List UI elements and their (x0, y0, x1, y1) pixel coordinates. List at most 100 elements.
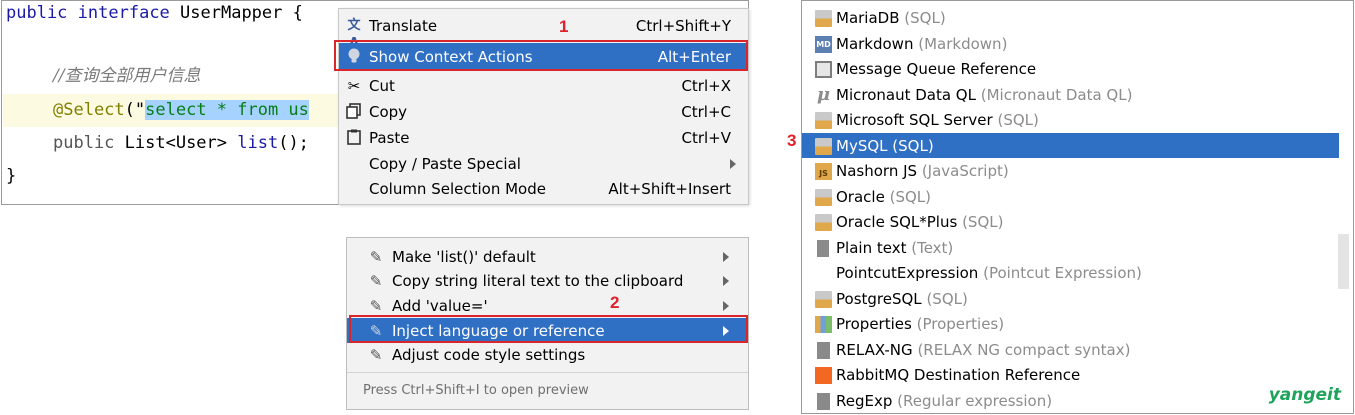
language-item-oracle-sqlplus[interactable]: Oracle SQL*Plus (SQL) (802, 209, 1339, 235)
properties-icon (815, 316, 832, 333)
language-item-text: Message Queue Reference (836, 60, 1037, 78)
keyword-interface: interface (77, 3, 170, 23)
scissors-icon: ✂ (347, 77, 361, 95)
language-item-text: PostgreSQL (SQL) (836, 289, 968, 308)
return-type: List<User> (114, 133, 238, 153)
keyword-public: public (6, 3, 68, 23)
menu-item-copy-paste-special[interactable]: Copy / Paste Special (339, 151, 748, 176)
language-item-mariadb[interactable]: MariaDB (SQL) (802, 5, 1339, 31)
menu-item-label: Make 'list()' default (392, 248, 536, 266)
menu-item-label: Copy / Paste Special (369, 155, 521, 173)
sql-icon (815, 188, 832, 206)
select-annotation: @Select (53, 100, 125, 120)
language-item-postgresql[interactable]: PostgreSQL (SQL) (802, 286, 1339, 312)
submenu-arrow-icon (723, 252, 729, 262)
submenu-arrow-icon (723, 276, 729, 286)
language-item-text: PointcutExpression (Pointcut Expression) (836, 264, 1142, 282)
editor-context-menu: 文A Translate Ctrl+Shift+Y Show Context A… (338, 8, 749, 205)
relax-ng-icon (817, 341, 830, 359)
language-item-markdown[interactable]: MD Markdown (Markdown) (802, 31, 1339, 57)
menu-item-shortcut: Ctrl+V (681, 129, 731, 147)
language-item-text: RELAX-NG (RELAX NG compact syntax) (836, 340, 1131, 359)
intent-item-make-list-default[interactable]: ✎ Make 'list()' default (347, 244, 748, 269)
js-icon: JS (815, 163, 832, 180)
preview-hint: Press Ctrl+Shift+I to open preview (363, 383, 589, 398)
text-file-icon (817, 239, 829, 257)
menu-item-shortcut: Ctrl+Shift+Y (635, 17, 731, 35)
method-end: (); (278, 133, 309, 153)
submenu-arrow-icon (730, 159, 736, 169)
regexp-icon (817, 392, 830, 410)
language-item-properties[interactable]: Properties (Properties) (802, 311, 1339, 337)
submenu-arrow-icon (723, 301, 729, 311)
inject-language-list[interactable]: MariaDB (SQL) MD Markdown (Markdown) Mes… (801, 0, 1354, 414)
wand-icon: ✎ (369, 272, 383, 290)
language-item-oracle[interactable]: Oracle (SQL) (802, 184, 1339, 210)
highlight-box-step-2 (349, 315, 748, 343)
copy-icon (345, 103, 363, 121)
selected-sql-text[interactable]: select * from us (145, 100, 309, 120)
intent-item-adjust-code-style[interactable]: ✎ Adjust code style settings (347, 342, 748, 367)
step-label-3: 3 (787, 131, 797, 150)
language-item-plain-text[interactable]: Plain text (Text) (802, 235, 1339, 261)
markdown-icon: MD (815, 35, 832, 53)
paren-open: (" (124, 100, 146, 120)
highlight-box-step-1 (334, 40, 748, 71)
language-item-relax-ng[interactable]: RELAX-NG (RELAX NG compact syntax) (802, 337, 1339, 363)
menu-item-cut[interactable]: ✂ Cut Ctrl+X (339, 73, 748, 98)
intent-menu-footer: Press Ctrl+Shift+I to open preview (347, 372, 748, 409)
language-item-microsoft-sql-server[interactable]: Microsoft SQL Server (SQL) (802, 107, 1339, 133)
step-label-2: 2 (610, 293, 620, 312)
menu-item-label: Paste (369, 129, 410, 147)
keyword-public: public (53, 133, 115, 153)
language-item-text: Oracle SQL*Plus (SQL) (836, 213, 1004, 231)
language-item-text: Properties (Properties) (836, 315, 1005, 333)
menu-item-copy[interactable]: Copy Ctrl+C (339, 99, 748, 124)
language-item-text: RegExp (Regular expression) (836, 391, 1053, 410)
language-item-text: Nashorn JS (JavaScript) (836, 162, 1009, 180)
menu-item-label: Translate (369, 17, 438, 35)
menu-item-column-selection-mode[interactable]: Column Selection Mode Alt+Shift+Insert (339, 176, 748, 201)
language-item-micronaut-data-ql[interactable]: μ Micronaut Data QL (Micronaut Data QL) (802, 82, 1339, 108)
watermark-logo: yangeit (1268, 385, 1341, 405)
language-item-mysql[interactable]: MySQL (SQL) (802, 132, 1339, 158)
wand-icon: ✎ (369, 248, 383, 266)
menu-item-label: Copy (369, 103, 408, 121)
sql-icon (815, 214, 832, 231)
sql-icon (815, 10, 832, 27)
menu-item-label: Copy string literal text to the clipboar… (392, 272, 684, 290)
menu-item-shortcut: Ctrl+C (681, 103, 731, 121)
language-item-regexp[interactable]: RegExp (Regular expression) (802, 388, 1339, 414)
menu-item-label: Adjust code style settings (392, 346, 586, 364)
closing-brace: } (6, 166, 17, 186)
menu-item-label: Add 'value=' (392, 297, 488, 315)
interface-name: UserMapper { (169, 3, 303, 23)
wand-icon: ✎ (369, 297, 383, 315)
list-scrollbar-thumb[interactable] (1338, 234, 1349, 289)
envelope-icon (815, 61, 832, 78)
paste-icon (345, 129, 363, 147)
sql-icon (815, 112, 832, 129)
code-line-1: public interface UserMapper { (6, 1, 303, 28)
sql-icon (815, 290, 832, 308)
micronaut-icon: μ (816, 83, 831, 105)
code-comment: //查询全部用户信息 (53, 66, 201, 86)
step-label-1: 1 (559, 17, 569, 36)
menu-item-paste[interactable]: Paste Ctrl+V (339, 125, 748, 150)
sql-icon (815, 137, 832, 155)
menu-item-translate[interactable]: 文A Translate Ctrl+Shift+Y (339, 13, 748, 51)
language-item-text: Microsoft SQL Server (SQL) (836, 111, 1039, 129)
language-item-text: Plain text (Text) (836, 238, 954, 257)
method-name: list (237, 133, 279, 153)
language-item-text: MariaDB (SQL) (836, 9, 946, 27)
menu-item-shortcut: Ctrl+X (681, 77, 731, 95)
language-item-rabbitmq-destination-reference[interactable]: RabbitMQ Destination Reference (802, 362, 1339, 388)
code-line-method: public List<User> list(); (53, 128, 309, 158)
code-line-comment: //查询全部用户信息 (53, 61, 200, 91)
language-item-pointcut-expression[interactable]: PointcutExpression (Pointcut Expression) (802, 260, 1339, 286)
language-item-message-queue-reference[interactable]: Message Queue Reference (802, 56, 1339, 82)
intent-item-copy-string-literal[interactable]: ✎ Copy string literal text to the clipbo… (347, 268, 748, 293)
code-line-annotation: @Select("select * from us (53, 95, 309, 125)
language-item-nashorn-js[interactable]: JS Nashorn JS (JavaScript) (802, 158, 1339, 184)
menu-item-label: Column Selection Mode (369, 180, 546, 198)
